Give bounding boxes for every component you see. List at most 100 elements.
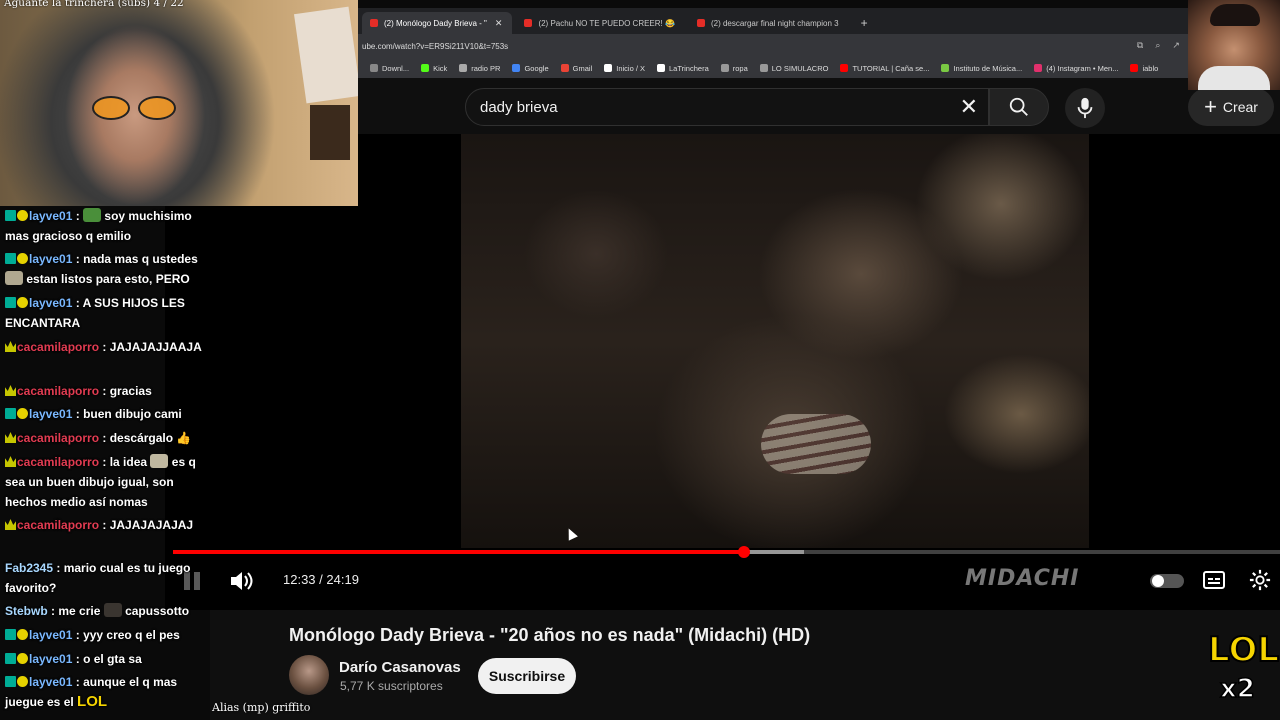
subscriber-badge-icon (17, 297, 28, 308)
subscriber-count: 5,77 K suscriptores (340, 679, 443, 693)
share-icon[interactable]: ↗ (1172, 40, 1180, 51)
bookmark-item[interactable]: (4) Instagram • Men... (1034, 64, 1118, 73)
bookmark-item[interactable]: Instituto de Música... (941, 64, 1022, 73)
bookmark-favicon-icon (840, 64, 849, 72)
subtitles-button[interactable] (1202, 570, 1226, 590)
address-bar[interactable]: ube.com/watch?v=ER9Si211V10&t=753s ⧉ ⌕ ↗… (358, 34, 1280, 58)
bookmark-item[interactable]: iablo (1130, 64, 1158, 73)
browser-tab[interactable]: (2) descargar final night champion 3 (689, 12, 849, 34)
autoplay-toggle[interactable] (1150, 574, 1184, 588)
open-in-new-icon[interactable]: ⧉ (1137, 40, 1143, 51)
zoom-icon[interactable]: ⌕ (1155, 40, 1160, 51)
chat-message: layve01 : o el gta sa (5, 649, 215, 669)
chat-message: Stebwb : me crie capussotto (5, 603, 190, 618)
bookmark-item[interactable]: Google (512, 64, 549, 73)
chat-message: layve01 : A SUS HIJOS LES ENCANTARA (5, 296, 185, 330)
crown-badge-icon (5, 456, 16, 467)
moderator-badge-icon (5, 210, 16, 221)
youtube-header: dady brieva ✕ + Crear (358, 78, 1280, 134)
chat-message: cacamilaporro : JAJAJAJAJAJ (5, 515, 215, 535)
chat-message: cacamilaporro : JAJAJAJJAAJA (5, 337, 215, 357)
url-text[interactable]: ube.com/watch?v=ER9Si211V10&t=753s (362, 42, 508, 51)
chat-username[interactable]: layve01 (29, 628, 72, 642)
search-icon (1009, 97, 1028, 116)
bookmark-item[interactable]: TUTORIAL | Caña se... (840, 64, 929, 73)
progress-bar[interactable] (173, 546, 1280, 558)
chat-username[interactable]: cacamilaporro (17, 340, 99, 354)
search-box[interactable]: dady brieva ✕ (465, 88, 989, 126)
bookmark-favicon-icon (1034, 64, 1043, 72)
bookmark-item[interactable]: LaTrinchera (657, 64, 709, 73)
bookmark-item[interactable]: LO SIMULACRO (759, 64, 828, 73)
create-button[interactable]: + Crear (1188, 88, 1274, 126)
chat-username[interactable]: layve01 (29, 296, 72, 310)
youtube-favicon-icon (696, 19, 705, 27)
new-tab-button[interactable]: + (853, 12, 876, 34)
lol-badge-text: LOL (1207, 629, 1280, 671)
chat-message: layve01 : soy muchisimo mas gracioso q e… (5, 208, 192, 243)
browser-tab[interactable]: (2) Pachu NO TE PUEDO CREER! 😂 (516, 12, 685, 34)
crown-badge-icon (5, 519, 16, 530)
bookmark-item[interactable]: Kick (421, 64, 447, 73)
chat-username[interactable]: layve01 (29, 252, 72, 266)
chat-username[interactable]: cacamilaporro (17, 431, 99, 445)
voice-search-button[interactable] (1065, 88, 1105, 128)
search-input[interactable]: dady brieva (480, 99, 558, 116)
subscriber-badge-icon (17, 210, 28, 221)
bookmark-label: Inicio / X (616, 63, 645, 73)
bookmark-item[interactable]: radio PR (459, 64, 500, 73)
chat-username[interactable]: Fab2345 (5, 561, 53, 575)
volume-button[interactable] (227, 568, 255, 594)
bookmark-item[interactable]: Inicio / X (604, 64, 645, 73)
subscriber-badge-icon (17, 408, 28, 419)
moderator-badge-icon (5, 408, 16, 419)
chat-text: estan listos para esto, PERO (26, 272, 190, 286)
chat-username[interactable]: layve01 (29, 407, 72, 421)
chat-username[interactable]: cacamilaporro (17, 455, 99, 469)
chat-username[interactable]: Stebwb (5, 604, 48, 618)
bookmark-label: Instituto de Música... (953, 63, 1023, 73)
chat-text: me crie (58, 604, 101, 618)
chat-emote-icon (83, 208, 102, 222)
streamer-webcam: Aguante la trinchera (subs) 4 / 22 (0, 0, 358, 206)
chat-username[interactable]: layve01 (29, 652, 72, 666)
bookmark-favicon-icon (1130, 64, 1139, 72)
bookmark-item[interactable]: Downl... (370, 64, 409, 73)
channel-avatar[interactable] (289, 655, 329, 695)
wall-poster (310, 105, 350, 160)
microphone-icon (1077, 97, 1093, 119)
chat-emote-icon (103, 603, 122, 617)
chat-message: cacamilaporro : descárgalo 👍 (5, 428, 215, 448)
channel-name[interactable]: Darío Casanovas (339, 659, 461, 676)
browser-tab-bar: (2) Monólogo Dady Brieva - " ✕ (2) Pachu N… (358, 8, 1280, 34)
chat-username[interactable]: layve01 (29, 209, 72, 223)
browser-tab[interactable]: (2) Monólogo Dady Brieva - " ✕ (362, 12, 513, 34)
progress-scrubber[interactable] (738, 546, 751, 558)
chat-username[interactable]: layve01 (29, 675, 72, 689)
clear-search-icon[interactable]: ✕ (960, 95, 978, 119)
chat-message: layve01 : aunque el q mas juegue es el L… (5, 675, 178, 710)
bookmark-label: ropa (732, 63, 748, 73)
bookmark-label: radio PR (471, 63, 501, 73)
bookmark-favicon-icon (512, 64, 521, 72)
bookmark-item[interactable]: ropa (720, 63, 748, 73)
subscribe-button[interactable]: Suscribirse (478, 658, 576, 694)
captions-icon (1203, 571, 1225, 589)
subscriber-badge-icon (17, 629, 28, 640)
settings-button[interactable] (1248, 568, 1272, 592)
channel-watermark: MIDACHI (965, 566, 1080, 591)
bookmark-item[interactable]: Gmail (560, 64, 592, 73)
chat-text: o el gta sa (83, 652, 142, 666)
close-tab-icon[interactable]: ✕ (495, 18, 503, 29)
video-frame[interactable] (461, 134, 1089, 548)
youtube-favicon-icon (370, 19, 378, 27)
chat-message: cacamilaporro : gracias (5, 381, 215, 401)
stream-bottom-label: Alias (mp) griffito (212, 701, 311, 714)
chat-username[interactable]: cacamilaporro (17, 384, 99, 398)
chat-text: descárgalo 👍 (109, 431, 192, 445)
search-button[interactable] (989, 88, 1049, 126)
chat-username[interactable]: cacamilaporro (17, 518, 99, 532)
create-label: Crear (1222, 99, 1258, 115)
chat-text: yyy creo q el pes (83, 628, 180, 642)
guest-webcam (1188, 0, 1280, 90)
